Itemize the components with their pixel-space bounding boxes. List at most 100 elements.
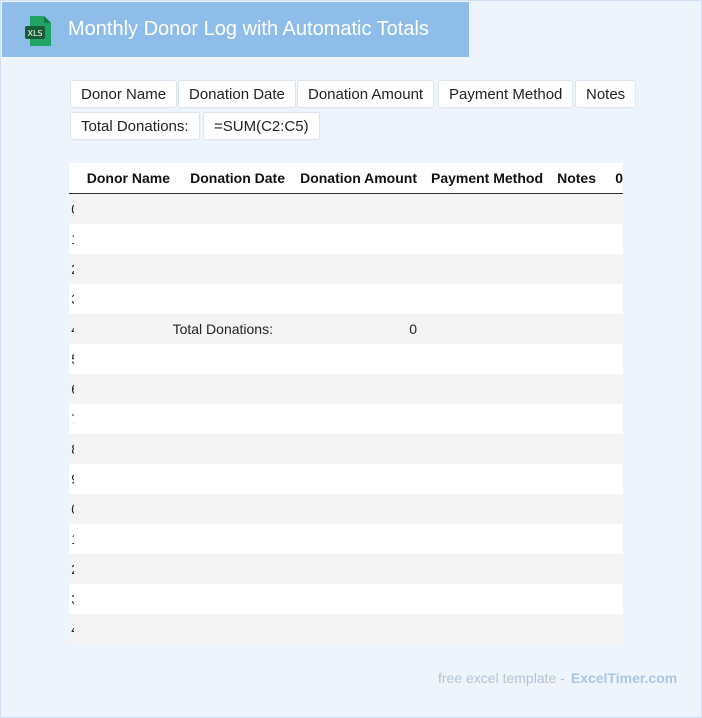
table-cell[interactable] bbox=[285, 404, 417, 434]
table-cell[interactable] bbox=[170, 494, 285, 524]
table-cell[interactable] bbox=[596, 254, 623, 284]
table-cell[interactable] bbox=[74, 494, 170, 524]
table-cell[interactable] bbox=[596, 284, 623, 314]
table-cell[interactable] bbox=[285, 434, 417, 464]
footer-brand-link[interactable]: ExcelTimer.com bbox=[571, 670, 677, 686]
table-cell[interactable] bbox=[285, 614, 417, 644]
total-label-cell[interactable]: Total Donations: bbox=[170, 314, 285, 344]
table-cell[interactable] bbox=[74, 434, 170, 464]
table-cell[interactable] bbox=[596, 464, 623, 494]
table-cell[interactable] bbox=[74, 584, 170, 614]
table-cell[interactable] bbox=[74, 344, 170, 374]
table-cell[interactable] bbox=[417, 284, 543, 314]
col-header-0[interactable]: 0 bbox=[596, 163, 623, 194]
table-cell[interactable] bbox=[596, 193, 623, 224]
table-cell[interactable] bbox=[74, 614, 170, 644]
table-cell[interactable] bbox=[170, 614, 285, 644]
chip-donation-amount[interactable]: Donation Amount bbox=[297, 80, 435, 108]
table-cell[interactable] bbox=[543, 494, 596, 524]
table-cell[interactable] bbox=[74, 524, 170, 554]
table-cell[interactable] bbox=[543, 374, 596, 404]
table-cell[interactable] bbox=[74, 224, 170, 254]
chip-donor-name[interactable]: Donor Name bbox=[70, 80, 178, 108]
table-cell[interactable] bbox=[543, 344, 596, 374]
total-value-cell[interactable]: 0 bbox=[285, 314, 417, 344]
table-cell[interactable] bbox=[543, 314, 596, 344]
table-cell[interactable] bbox=[285, 254, 417, 284]
table-cell[interactable] bbox=[596, 614, 623, 644]
col-header-notes[interactable]: Notes bbox=[543, 163, 596, 194]
table-cell[interactable] bbox=[543, 614, 596, 644]
table-cell[interactable] bbox=[543, 404, 596, 434]
table-cell[interactable] bbox=[417, 224, 543, 254]
table-cell[interactable] bbox=[74, 404, 170, 434]
table-cell[interactable] bbox=[543, 554, 596, 584]
chip-payment-method[interactable]: Payment Method bbox=[438, 80, 574, 108]
table-cell[interactable] bbox=[417, 193, 543, 224]
table-cell[interactable] bbox=[285, 464, 417, 494]
table-cell[interactable] bbox=[596, 314, 623, 344]
col-header-donation-amount[interactable]: Donation Amount bbox=[285, 163, 417, 194]
table-cell[interactable] bbox=[74, 374, 170, 404]
table-cell[interactable] bbox=[170, 554, 285, 584]
table-cell[interactable] bbox=[543, 193, 596, 224]
table-cell[interactable] bbox=[170, 374, 285, 404]
table-cell[interactable] bbox=[170, 434, 285, 464]
table-cell[interactable] bbox=[543, 464, 596, 494]
table-cell[interactable] bbox=[285, 584, 417, 614]
table-cell[interactable] bbox=[170, 464, 285, 494]
table-cell[interactable] bbox=[74, 254, 170, 284]
table-cell[interactable] bbox=[543, 224, 596, 254]
col-header-donor-name[interactable]: Donor Name bbox=[74, 163, 170, 194]
table-cell[interactable] bbox=[543, 254, 596, 284]
table-cell[interactable] bbox=[285, 554, 417, 584]
table-cell[interactable] bbox=[596, 554, 623, 584]
table-cell[interactable] bbox=[417, 494, 543, 524]
table-cell[interactable] bbox=[170, 284, 285, 314]
table-cell[interactable] bbox=[417, 404, 543, 434]
chip-donation-date[interactable]: Donation Date bbox=[178, 80, 296, 108]
table-cell[interactable] bbox=[74, 464, 170, 494]
table-cell[interactable] bbox=[596, 434, 623, 464]
table-cell[interactable] bbox=[170, 524, 285, 554]
table-cell[interactable] bbox=[543, 524, 596, 554]
chip-sum-formula[interactable]: =SUM(C2:C5) bbox=[203, 112, 320, 140]
table-cell[interactable] bbox=[170, 254, 285, 284]
chip-total-donations[interactable]: Total Donations: bbox=[70, 112, 200, 140]
table-cell[interactable] bbox=[417, 344, 543, 374]
table-cell[interactable] bbox=[596, 584, 623, 614]
table-cell[interactable] bbox=[285, 284, 417, 314]
table-cell[interactable] bbox=[74, 314, 170, 344]
table-cell[interactable] bbox=[543, 584, 596, 614]
table-cell[interactable] bbox=[417, 434, 543, 464]
table-cell[interactable] bbox=[417, 254, 543, 284]
table-cell[interactable] bbox=[285, 524, 417, 554]
table-cell[interactable] bbox=[170, 404, 285, 434]
col-header-donation-date[interactable]: Donation Date bbox=[170, 163, 285, 194]
table-cell[interactable] bbox=[285, 494, 417, 524]
table-cell[interactable] bbox=[285, 193, 417, 224]
table-cell[interactable] bbox=[596, 374, 623, 404]
table-cell[interactable] bbox=[417, 374, 543, 404]
table-cell[interactable] bbox=[74, 284, 170, 314]
table-cell[interactable] bbox=[417, 584, 543, 614]
table-cell[interactable] bbox=[417, 464, 543, 494]
table-cell[interactable] bbox=[596, 224, 623, 254]
table-cell[interactable] bbox=[285, 374, 417, 404]
table-cell[interactable] bbox=[596, 344, 623, 374]
table-cell[interactable] bbox=[596, 404, 623, 434]
table-cell[interactable] bbox=[417, 554, 543, 584]
table-cell[interactable] bbox=[543, 434, 596, 464]
table-cell[interactable] bbox=[285, 344, 417, 374]
table-cell[interactable] bbox=[417, 524, 543, 554]
table-cell[interactable] bbox=[170, 584, 285, 614]
chip-notes[interactable]: Notes bbox=[575, 80, 637, 108]
col-header-payment-method[interactable]: Payment Method bbox=[417, 163, 543, 194]
table-cell[interactable] bbox=[285, 224, 417, 254]
table-cell[interactable] bbox=[170, 193, 285, 224]
table-cell[interactable] bbox=[74, 193, 170, 224]
table-cell[interactable] bbox=[170, 224, 285, 254]
table-cell[interactable] bbox=[417, 614, 543, 644]
table-cell[interactable] bbox=[170, 344, 285, 374]
table-cell[interactable] bbox=[74, 554, 170, 584]
